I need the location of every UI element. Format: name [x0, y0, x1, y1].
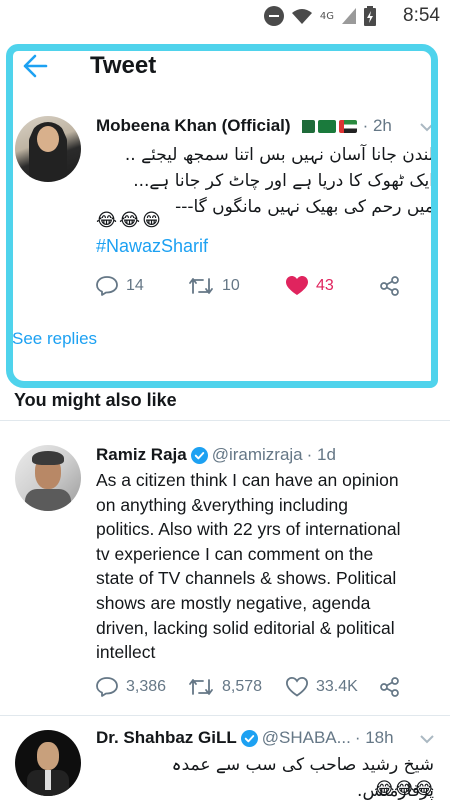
like-count: 43	[316, 277, 334, 294]
emoji-row: 😂😂😂	[374, 779, 434, 799]
page-title: Tweet	[90, 52, 157, 79]
tweet-actions: 3,386 8,578 33.4K	[96, 677, 400, 697]
tweet-actions: 14 10 43	[96, 276, 400, 296]
share-button[interactable]	[380, 276, 400, 296]
retweet-button[interactable]: 10	[188, 276, 286, 296]
emoji-row: 😂😂😁	[96, 210, 163, 230]
main-tweet[interactable]: Mobeena Khan (Official) · 2h لندن جانا آ…	[0, 100, 450, 390]
avatar[interactable]	[15, 730, 81, 796]
flag-emojis	[296, 119, 357, 133]
app-header: Tweet	[0, 32, 450, 100]
heart-icon	[286, 276, 308, 295]
reply-count: 3,386	[126, 678, 167, 695]
do-not-disturb-icon	[263, 6, 284, 26]
tweet-header: Mobeena Khan (Official) · 2h	[96, 116, 392, 136]
avatar[interactable]	[15, 445, 81, 511]
pakistan-flag-icon	[296, 119, 315, 133]
reply-count: 14	[126, 277, 144, 294]
like-button[interactable]: 33.4K	[286, 677, 380, 697]
tweet-header: Dr. Shahbaz GiLL @SHABA... · 18h	[96, 728, 394, 748]
wifi-icon	[291, 9, 312, 24]
tweet-header: Ramiz Raja @iramizraja · 1d	[96, 445, 336, 465]
status-time: 8:54	[403, 5, 440, 26]
verified-icon	[240, 729, 258, 747]
retweet-icon	[189, 278, 213, 294]
author-handle: @iramizraja	[211, 445, 303, 464]
retweet-button[interactable]: 8,578	[188, 677, 286, 697]
reply-icon	[96, 276, 118, 296]
author-name[interactable]: Ramiz Raja	[96, 445, 187, 465]
retweet-icon	[189, 679, 213, 695]
tweet-time: · 2h	[362, 116, 392, 135]
battery-icon	[364, 6, 376, 26]
share-icon	[380, 276, 399, 296]
like-button[interactable]: 43	[286, 276, 380, 296]
reply-button[interactable]: 14	[96, 276, 188, 296]
status-bar: 4G 8:54	[0, 0, 450, 32]
see-replies-link[interactable]: See replies	[12, 329, 97, 349]
tweet-text-line: ایک ٹھوک کا دریا ہے اور چاٹ کر جانا ہے..…	[133, 171, 434, 191]
hashtag-link[interactable]: #NawazSharif	[96, 236, 208, 257]
uae-flag-icon	[338, 119, 357, 133]
avatar[interactable]	[15, 116, 81, 182]
network-label: 4G	[319, 10, 334, 22]
heart-icon	[286, 677, 308, 697]
retweet-count: 10	[222, 277, 240, 294]
retweet-count: 8,578	[222, 678, 263, 695]
tweet-text-line: لندن جانا آسان نہیں بس اتنا سمجھ لیجئے .…	[124, 145, 434, 165]
author-name[interactable]: Mobeena Khan (Official)	[96, 116, 291, 136]
chevron-down-icon[interactable]	[420, 734, 434, 744]
tweet-text: As a citizen think I can have an opinion…	[96, 470, 401, 663]
tweet-time: · 1d	[306, 445, 336, 464]
list-item[interactable]: Dr. Shahbaz GiLL @SHABA... · 18h شیخ رشی…	[0, 716, 450, 800]
signal-icon	[342, 8, 356, 24]
author-name[interactable]: Dr. Shahbaz GiLL	[96, 728, 237, 748]
status-icons: 4G	[263, 6, 376, 26]
verified-icon	[190, 446, 208, 464]
share-icon	[380, 677, 399, 697]
like-count: 33.4K	[316, 678, 358, 695]
chevron-down-icon[interactable]	[420, 122, 434, 132]
back-arrow-icon[interactable]	[22, 54, 48, 78]
reply-button[interactable]: 3,386	[96, 677, 188, 697]
reply-icon	[96, 677, 118, 697]
saudi-flag-icon	[317, 119, 336, 133]
author-handle: @SHABA...	[261, 728, 351, 747]
list-item[interactable]: Ramiz Raja @iramizraja · 1d As a citizen…	[0, 421, 450, 715]
tweet-time: · 18h	[354, 728, 394, 747]
share-button[interactable]	[380, 677, 400, 697]
section-title: You might also like	[14, 392, 177, 410]
